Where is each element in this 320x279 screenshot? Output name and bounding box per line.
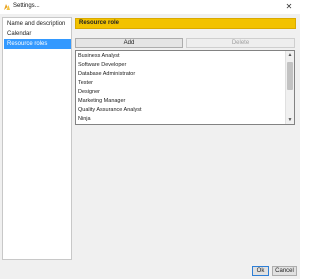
list-item[interactable]: Business Analyst (78, 52, 120, 60)
delete-button[interactable]: Delete (186, 38, 295, 48)
scroll-up-icon[interactable]: ▲ (286, 51, 294, 59)
list-item[interactable]: Tester (78, 79, 93, 87)
scroll-down-icon[interactable]: ▼ (286, 116, 294, 124)
settings-app-icon (4, 4, 10, 10)
sidebar: Name and description Calendar Resource r… (2, 17, 72, 260)
add-button[interactable]: Add (75, 38, 183, 48)
close-icon[interactable]: ✕ (284, 2, 294, 12)
list-item[interactable]: Quality Assurance Analyst (78, 106, 142, 114)
list-item[interactable]: Marketing Manager (78, 97, 125, 105)
ok-button[interactable]: Ok (252, 266, 269, 276)
sidebar-item-resource-roles[interactable]: Resource roles (4, 39, 71, 49)
window-title: Settings... (13, 3, 40, 9)
roles-list[interactable]: Business Analyst Software Developer Data… (75, 50, 295, 125)
title-bar: Settings... ✕ (0, 0, 300, 14)
vertical-scrollbar[interactable]: ▲ ▼ (285, 51, 294, 124)
list-item[interactable]: Ninja (78, 115, 91, 123)
sidebar-item-name-and-description[interactable]: Name and description (4, 19, 71, 29)
list-item[interactable]: Database Administrator (78, 70, 135, 78)
cancel-button[interactable]: Cancel (272, 266, 297, 276)
list-item[interactable]: Designer (78, 88, 100, 96)
list-item[interactable]: Software Developer (78, 61, 126, 69)
scroll-thumb[interactable] (287, 62, 293, 90)
section-title: Resource role (75, 18, 296, 29)
sidebar-item-calendar[interactable]: Calendar (4, 29, 71, 39)
